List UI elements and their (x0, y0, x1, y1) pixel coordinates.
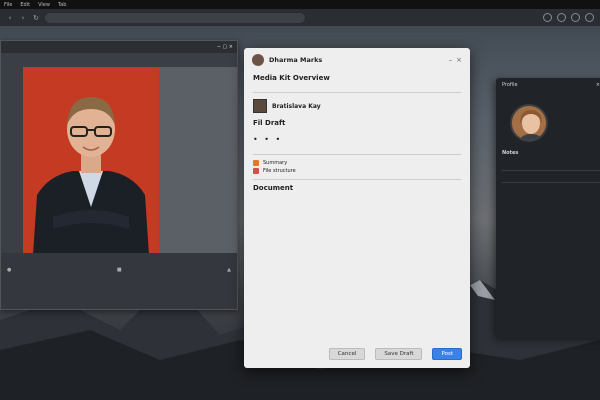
post-author-name: Bratislava Kay (272, 102, 321, 110)
extension-icon[interactable] (543, 13, 552, 22)
panel-section-label (496, 175, 600, 178)
panel-footer (496, 187, 600, 190)
panel-header (496, 92, 600, 96)
video-feed-person (23, 67, 159, 255)
list-item-file-structure[interactable]: File structure (244, 167, 470, 175)
subsection-row (244, 146, 470, 150)
section-title-media: Media Kit Overview (253, 74, 330, 82)
author-info: Dharma Marks (269, 56, 322, 64)
more-dots-icon[interactable]: • • • (244, 133, 470, 146)
profile-side-panel: Profile × Notes (496, 78, 600, 338)
menu-item-file[interactable]: File (4, 2, 12, 8)
dialog-button-row: Cancel Save Draft Post (328, 348, 462, 360)
profile-photo (512, 106, 546, 140)
close-icon[interactable]: × (456, 56, 462, 64)
address-bar[interactable] (45, 12, 305, 23)
menu-item-edit[interactable]: Edit (20, 2, 30, 8)
window-controls-icon[interactable]: − ▢ × (217, 44, 233, 50)
person-video-image (23, 67, 159, 255)
video-controls: ● ■ ▲ (1, 253, 237, 309)
menu-item-view[interactable]: View (38, 2, 50, 8)
divider (253, 179, 461, 180)
settings-icon[interactable] (571, 13, 580, 22)
video-window-titlebar[interactable]: − ▢ × (1, 41, 237, 53)
compose-dialog: Dharma Marks – × Media Kit Overview Brat… (244, 48, 470, 368)
save-draft-button[interactable]: Save Draft (375, 348, 423, 360)
panel-divider (502, 170, 600, 171)
dialog-header: Dharma Marks – × (244, 48, 470, 70)
author-name: Dharma Marks (269, 56, 323, 64)
dialog-controls: – × (449, 56, 462, 64)
browser-toolbar: ‹ › ↻ (0, 9, 600, 26)
panel-notes-title: Notes (502, 149, 519, 156)
list-item-label: Summary (263, 160, 288, 166)
panel-close-icon[interactable]: × (596, 82, 600, 88)
back-icon[interactable]: ‹ (6, 14, 14, 22)
browser-toolbar-icons (543, 13, 594, 22)
video-call-window: − ▢ × ● ■ ▲ (0, 40, 238, 310)
post-author-row: Bratislava Kay (244, 97, 470, 115)
post-author-thumbnail (253, 99, 267, 113)
system-menu-bar: File Edit View Tab (0, 0, 600, 9)
list-item-label: File structure (263, 168, 296, 174)
video-side-panel (159, 67, 237, 255)
forward-icon[interactable]: › (19, 14, 27, 22)
author-avatar (252, 54, 264, 66)
section-text-document[interactable] (244, 192, 470, 198)
camera-icon[interactable]: ■ (117, 267, 122, 273)
panel-line (496, 163, 600, 166)
divider (253, 92, 461, 93)
summary-icon (253, 160, 259, 166)
share-icon[interactable]: ▲ (227, 267, 231, 273)
section-title-document: Document (253, 184, 294, 192)
section-text-media[interactable] (244, 82, 470, 88)
section-title-draft: Fil Draft (253, 119, 286, 127)
list-item-summary[interactable]: Summary (244, 159, 470, 167)
file-icon (253, 168, 259, 174)
menu-item-tab[interactable]: Tab (58, 2, 66, 8)
menu-icon[interactable] (585, 13, 594, 22)
mic-icon[interactable]: ● (7, 267, 11, 273)
post-button[interactable]: Post (432, 348, 462, 360)
cancel-button[interactable]: Cancel (328, 348, 366, 360)
profile-avatar (510, 104, 548, 142)
panel-title: Profile (502, 82, 518, 88)
profile-icon[interactable] (557, 13, 566, 22)
panel-divider (502, 182, 600, 183)
divider (253, 154, 461, 155)
panel-top-bar: Profile × (496, 78, 600, 92)
reload-icon[interactable]: ↻ (32, 14, 40, 22)
minimize-icon[interactable]: – (449, 56, 453, 64)
